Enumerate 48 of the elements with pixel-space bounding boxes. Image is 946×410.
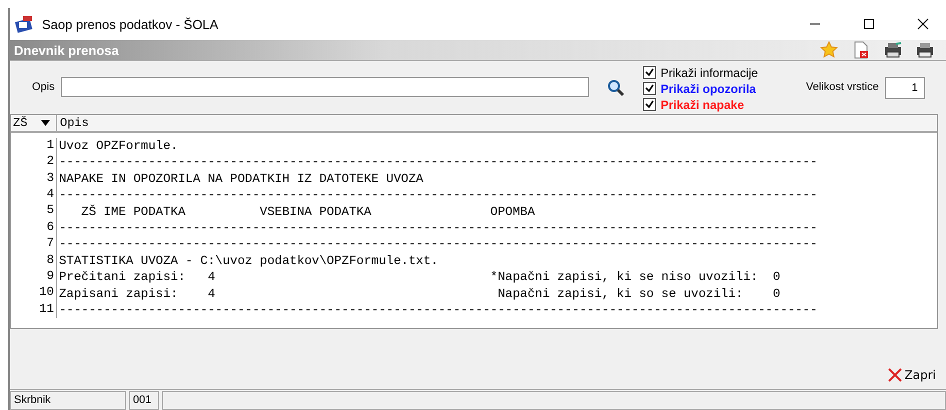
- checkbox[interactable]: [642, 98, 656, 111]
- log-line: NAPAKE IN OPOZORILA NA PODATKIH IZ DATOTEKE UVOZA: [58, 172, 424, 186]
- log-line: ------------------------------------------------------------------------------------------------------: [58, 188, 818, 202]
- line-number: 8: [11, 252, 57, 269]
- panel-title: Dnevnik prenosa: [13, 42, 120, 58]
- log-line: ------------------------------------------------------------------------------------------------------: [58, 220, 818, 235]
- description-label: Opis: [32, 81, 55, 93]
- line-number: 4: [11, 187, 57, 204]
- checkbox[interactable]: [642, 66, 656, 79]
- log-line: STATISTIKA UVOZA - C:\uvoz podatkov\OPZFormule.txt.: [58, 254, 438, 268]
- search-icon[interactable]: [606, 79, 625, 97]
- printer-icon[interactable]: [914, 40, 936, 60]
- log-line: Zapisani zapisi: 4 Napačni zapisi, ki so se uvozili: 0: [58, 286, 780, 301]
- line-number: 3: [11, 170, 57, 188]
- window-title: Saop prenos podatkov - ŠOLA: [42, 16, 220, 32]
- maximize-icon: [863, 18, 875, 30]
- log-line: ZŠ IME PODATKA VSEBINA PODATKA OPOMBA: [80, 204, 535, 219]
- app-icon: [14, 15, 34, 33]
- line-number: 11: [11, 302, 57, 318]
- status-user: Skrbnik: [10, 391, 126, 410]
- line-number: 6: [11, 220, 57, 236]
- status-code: 001: [129, 391, 159, 410]
- log-line: ------------------------------------------------------------------------------------------------------: [58, 302, 818, 317]
- log-line: Prečitani zapisi: 4 *Napačni zapisi, ki se niso uvozili: 0: [58, 270, 780, 284]
- line-number: 9: [11, 268, 57, 286]
- line-number: 10: [11, 285, 57, 302]
- close-icon: [917, 18, 929, 30]
- line-number: 2: [11, 154, 57, 171]
- column-header[interactable]: ZŠ: [11, 114, 57, 131]
- column-header[interactable]: Opis: [57, 114, 89, 131]
- line-number: 5: [11, 203, 57, 220]
- log-line: ------------------------------------------------------------------------------------------------------: [58, 155, 818, 170]
- printer-settings-icon[interactable]: [882, 40, 904, 60]
- row-size-label: Velikost vrstice: [806, 81, 879, 93]
- log-line: ------------------------------------------------------------------------------------------------------: [58, 237, 818, 252]
- option-label: Prikaži informacije: [660, 66, 758, 80]
- description-field[interactable]: [60, 77, 589, 97]
- checkbox[interactable]: [642, 82, 656, 95]
- sort-caret-icon[interactable]: [41, 120, 50, 126]
- close-icon: [888, 368, 902, 382]
- option-label: Prikaži napake: [660, 98, 744, 112]
- close-button[interactable]: Zapri: [886, 366, 938, 384]
- line-number: 1: [11, 138, 57, 154]
- line-number: 7: [11, 236, 57, 253]
- log-line: Uvoz OPZFormule.: [58, 139, 178, 154]
- star-icon[interactable]: [818, 40, 840, 60]
- option-label: Prikaži opozorila: [660, 82, 756, 96]
- row-size-spinner[interactable]: 1: [884, 77, 925, 99]
